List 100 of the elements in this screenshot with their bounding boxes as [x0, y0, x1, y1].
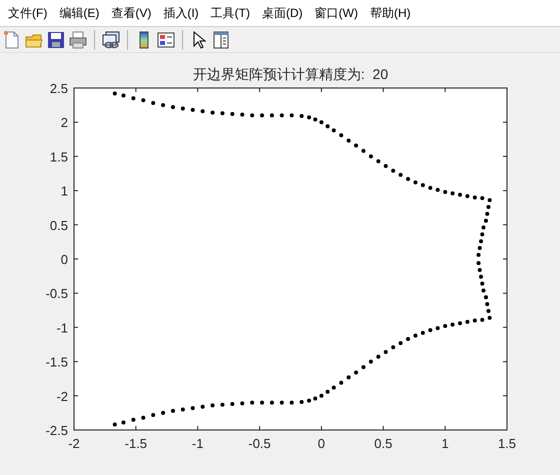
menu-item[interactable]: 帮助(H) [364, 1, 417, 25]
data-point [384, 164, 388, 168]
data-point [319, 394, 324, 398]
print-icon[interactable] [68, 30, 88, 50]
data-point [398, 172, 403, 177]
data-point [486, 205, 490, 210]
axis-tick-label: -1.5 [124, 436, 148, 451]
axis-tick-label: 1 [442, 436, 449, 451]
data-point [210, 110, 215, 115]
save-icon[interactable] [46, 30, 66, 50]
data-point [472, 195, 477, 200]
data-point [313, 396, 318, 401]
chart-title: 开边界矩阵预计计算精度为: 20 [192, 66, 388, 82]
data-point [391, 168, 396, 173]
data-point [376, 354, 380, 359]
menu-item[interactable]: 文件(F) [2, 1, 54, 25]
data-point [479, 274, 484, 279]
axis-tick-label: -2 [56, 388, 68, 404]
data-point [465, 194, 470, 198]
data-point [472, 318, 477, 323]
data-point [376, 159, 380, 164]
data-point [488, 316, 492, 320]
axis-tick-label: -1.5 [46, 354, 68, 370]
data-point [300, 114, 304, 118]
data-point [480, 282, 484, 286]
data-point [332, 128, 336, 132]
data-point [240, 112, 244, 117]
axis-tick-label: 1.5 [50, 149, 68, 164]
axis-tick-label: -0.5 [46, 286, 68, 302]
axis-tick-label: 1.5 [498, 436, 516, 451]
menu-item[interactable]: 桌面(D) [256, 1, 309, 25]
data-point [485, 212, 490, 216]
axis-tick-label: 2 [60, 115, 68, 130]
data-point [443, 324, 448, 328]
data-point [384, 350, 388, 354]
data-point [319, 120, 324, 124]
legend-icon[interactable] [156, 30, 176, 50]
data-point [476, 252, 481, 257]
data-point [131, 96, 136, 100]
menu-item[interactable]: 编辑(E) [53, 1, 106, 25]
data-point [112, 91, 117, 96]
axis-tick-label: 1 [60, 184, 68, 199]
data-point [428, 328, 432, 332]
data-point [121, 420, 126, 424]
data-point [280, 113, 284, 118]
data-point [391, 345, 396, 350]
data-point [465, 320, 470, 324]
data-point [230, 112, 234, 116]
data-point [307, 115, 312, 120]
data-point [250, 113, 254, 118]
axis-tick-label: -2.5 [46, 423, 68, 438]
menu-item[interactable]: 工具(T) [204, 1, 256, 25]
data-point [484, 218, 488, 223]
menu-item[interactable]: 插入(I) [157, 1, 205, 25]
data-point [346, 375, 351, 380]
data-point [413, 334, 418, 338]
data-point [436, 326, 440, 330]
property-panel-icon[interactable] [211, 30, 231, 50]
data-point [270, 400, 274, 405]
data-point [230, 402, 234, 406]
data-point [280, 400, 284, 405]
data-point [476, 261, 481, 266]
data-point [141, 416, 146, 420]
data-point [121, 94, 126, 98]
data-point [190, 108, 195, 112]
data-point [398, 341, 403, 346]
data-point [112, 422, 117, 427]
linked-windows-icon[interactable] [101, 30, 121, 50]
data-point [482, 288, 486, 292]
data-point [270, 113, 274, 118]
data-point [180, 407, 185, 412]
axis-tick-label: 0.5 [374, 436, 392, 451]
data-point [368, 360, 373, 364]
data-point [478, 246, 482, 250]
data-point [458, 192, 462, 197]
axis-tick-label: 0 [318, 436, 326, 451]
data-point [290, 113, 294, 118]
menu-item[interactable]: 窗口(W) [308, 1, 364, 25]
data-point [260, 400, 264, 405]
data-point [250, 400, 254, 405]
data-point [313, 117, 318, 122]
data-point [326, 390, 330, 394]
data-point [151, 101, 156, 106]
data-point [170, 105, 175, 110]
data-point [420, 183, 425, 188]
data-point [326, 124, 330, 128]
data-point [260, 113, 264, 118]
data-point [161, 103, 166, 108]
axis-tick-label: -1 [192, 436, 204, 451]
data-point [354, 143, 358, 148]
data-point [131, 418, 136, 422]
data-point [332, 386, 336, 390]
menu-item[interactable]: 查看(V) [105, 1, 158, 25]
axis-tick-label: -0.5 [248, 436, 271, 451]
data-point [479, 239, 484, 244]
data-point [161, 410, 166, 415]
data-point [450, 191, 455, 196]
data-point [200, 404, 205, 409]
data-point [484, 295, 488, 300]
data-point [180, 106, 185, 111]
